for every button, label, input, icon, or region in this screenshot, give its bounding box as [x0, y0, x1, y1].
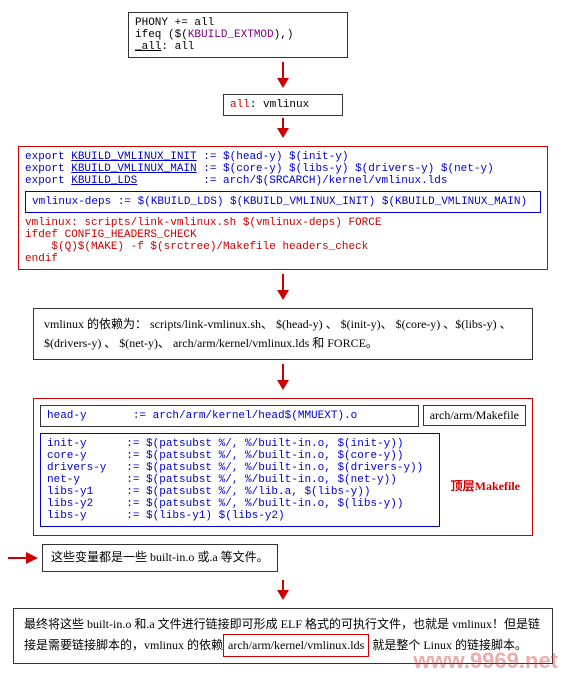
code-line: head-y := arch/arm/kernel/head$(MMUEXT).…: [47, 410, 412, 422]
description-box-vars: 这些变量都是一些 built-in.o 或.a 等文件。: [42, 544, 278, 571]
code-line: libs-y1 := $(patsubst %/, %/lib.a, $(lib…: [47, 486, 433, 498]
description-text: 就是整个 Linux 的链接脚本。: [369, 638, 527, 652]
code-line: export KBUILD_VMLINUX_INIT := $(head-y) …: [25, 151, 541, 163]
code-line: ifeq ($(KBUILD_EXTMOD),): [135, 29, 341, 41]
description-text: 这些变量都是一些 built-in.o 或.a 等文件。: [51, 550, 269, 564]
arrow-text-row: 这些变量都是一些 built-in.o 或.a 等文件。: [8, 540, 558, 575]
arrow-icon: [8, 364, 558, 394]
code-line: vmlinux: scripts/link-vmlinux.sh $(vmlin…: [25, 217, 541, 229]
description-text: vmlinux 的依赖为： scripts/link-vmlinux.sh、 $…: [44, 317, 512, 350]
code-line: libs-y2 := $(patsubst %/, %/built-in.o, …: [47, 498, 433, 510]
code-line: PHONY += all: [135, 17, 341, 29]
highlight-lds: arch/arm/kernel/vmlinux.lds: [223, 634, 369, 657]
code-line: core-y := $(patsubst %/, %/built-in.o, $…: [47, 450, 433, 462]
code-box-patsubst: init-y := $(patsubst %/, %/built-in.o, $…: [40, 433, 440, 527]
code-box-heady: head-y := arch/arm/kernel/head$(MMUEXT).…: [40, 405, 419, 427]
code-line: export KBUILD_VMLINUX_MAIN := $(core-y) …: [25, 163, 541, 175]
code-box-phony: PHONY += all ifeq ($(KBUILD_EXTMOD),) _a…: [128, 12, 348, 58]
description-box-deps: vmlinux 的依赖为： scripts/link-vmlinux.sh、 $…: [33, 308, 533, 360]
code-box-vars: head-y := arch/arm/kernel/head$(MMUEXT).…: [33, 398, 533, 536]
code-line: export KBUILD_LDS := arch/$(SRCARCH)/ker…: [25, 175, 541, 187]
code-box-all: all: vmlinux: [223, 94, 343, 116]
arrow-icon: [8, 549, 38, 567]
diagram-container: PHONY += all ifeq ($(KBUILD_EXTMOD),) _a…: [0, 0, 566, 676]
code-line: $(Q)$(MAKE) -f $(srctree)/Makefile heade…: [25, 241, 541, 253]
code-line: init-y := $(patsubst %/, %/built-in.o, $…: [47, 438, 433, 450]
code-box-exports: export KBUILD_VMLINUX_INIT := $(head-y) …: [18, 146, 548, 270]
arrow-icon: [8, 118, 558, 142]
code-line: all: vmlinux: [230, 99, 336, 111]
label-top-makefile: 顶层Makefile: [451, 477, 520, 494]
code-line: _all: all: [135, 41, 341, 53]
description-box-final: 最终将这些 built-in.o 和.a 文件进行链接即可形成 ELF 格式的可…: [13, 608, 553, 664]
arrow-icon: [8, 62, 558, 92]
code-line: net-y := $(patsubst %/, %/built-in.o, $(…: [47, 474, 433, 486]
arrow-icon: [8, 580, 558, 604]
code-box-deps: vmlinux-deps := $(KBUILD_LDS) $(KBUILD_V…: [25, 191, 541, 213]
code-line: vmlinux-deps := $(KBUILD_LDS) $(KBUILD_V…: [32, 196, 534, 208]
code-line: endif: [25, 253, 541, 265]
label-arch-makefile: arch/arm/Makefile: [423, 405, 526, 426]
code-line: drivers-y := $(patsubst %/, %/built-in.o…: [47, 462, 433, 474]
code-line: libs-y := $(libs-y1) $(libs-y2): [47, 510, 433, 522]
arrow-icon: [8, 274, 558, 304]
head-row: head-y := arch/arm/kernel/head$(MMUEXT).…: [40, 403, 526, 429]
code-line: ifdef CONFIG_HEADERS_CHECK: [25, 229, 541, 241]
